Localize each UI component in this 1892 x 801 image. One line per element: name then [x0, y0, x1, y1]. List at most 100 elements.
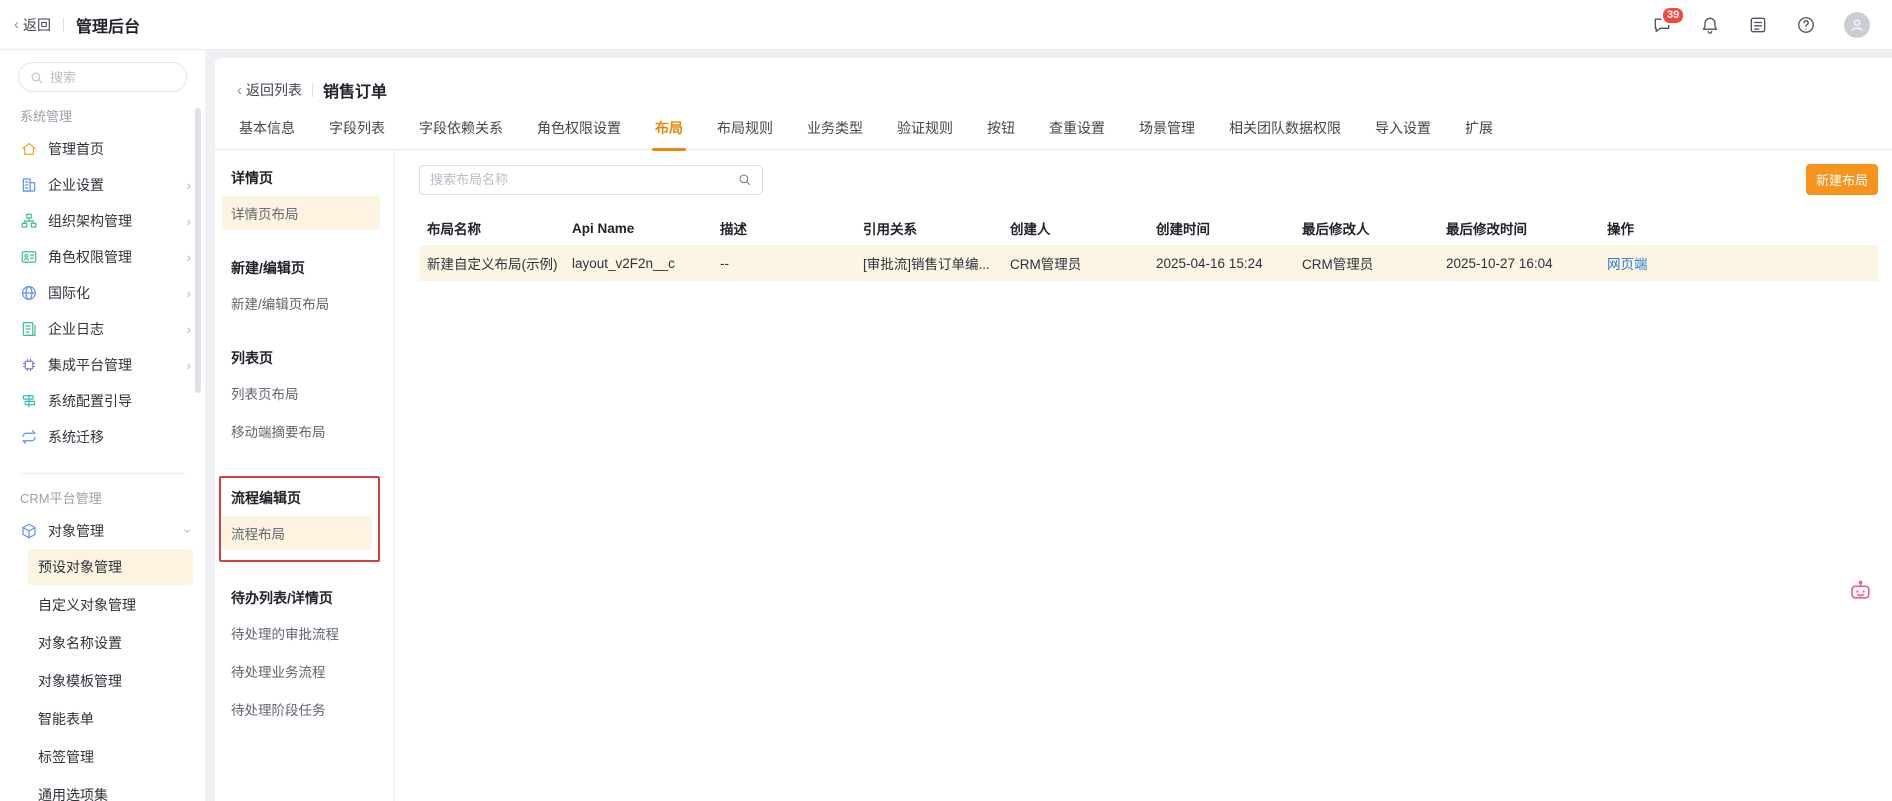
- message-icon[interactable]: 39: [1652, 5, 1686, 35]
- tab[interactable]: 业务类型: [807, 118, 863, 149]
- app-body: 系统管理管理首页企业设置›组织架构管理›角色权限管理›国际化›企业日志›集成平台…: [0, 50, 1892, 801]
- sidebar-section-title: CRM平台管理: [20, 491, 102, 506]
- page-title: 销售订单: [323, 84, 388, 101]
- sidebar-item[interactable]: 系统迁移: [0, 419, 205, 455]
- tab[interactable]: 扩展: [1465, 118, 1493, 149]
- sidebar-scrollbar[interactable]: [195, 108, 201, 393]
- sidebar-subitem[interactable]: 预设对象管理: [28, 549, 193, 585]
- tab[interactable]: 按钮: [987, 118, 1015, 149]
- submenu-item[interactable]: 新建/编辑页布局: [222, 286, 380, 320]
- chevron-right-icon: ›: [186, 285, 191, 301]
- submenu-group-title: 详情页: [231, 170, 273, 186]
- table-cell-api_name: layout_v2F2n__c: [572, 255, 675, 271]
- notification-badge: 39: [1661, 5, 1686, 25]
- column-header: 最后修改时间: [1446, 222, 1527, 237]
- sidebar-item[interactable]: 对象管理 ›: [0, 513, 205, 549]
- column-header: 引用关系: [863, 222, 917, 237]
- submenu-item[interactable]: 待处理阶段任务: [222, 692, 380, 726]
- sidebar-subitem[interactable]: 自定义对象管理: [28, 587, 193, 623]
- layout-search-input[interactable]: [430, 172, 737, 187]
- sidebar-item[interactable]: 集成平台管理 ›: [0, 347, 205, 383]
- sidebar-subitem[interactable]: 通用选项集: [28, 777, 193, 801]
- sidebar-subitem[interactable]: 标签管理: [28, 739, 193, 775]
- tab[interactable]: 场景管理: [1139, 118, 1195, 149]
- chevron-right-icon: ›: [186, 321, 191, 337]
- bell-icon[interactable]: [1700, 15, 1720, 35]
- divider: [20, 473, 185, 474]
- avatar[interactable]: [1844, 11, 1870, 38]
- chevron-left-icon: ‹: [237, 81, 242, 99]
- sidebar-item[interactable]: 系统配置引导: [0, 383, 205, 419]
- sidebar-subitem[interactable]: 对象模板管理: [28, 663, 193, 699]
- chevron-right-icon: ›: [186, 357, 191, 373]
- tab[interactable]: 布局规则: [717, 118, 773, 149]
- app-title: 管理后台: [76, 18, 141, 36]
- tab[interactable]: 验证规则: [897, 118, 953, 149]
- submenu-item[interactable]: 详情页布局: [222, 196, 380, 230]
- doc-icon: [20, 320, 38, 338]
- back-to-list-label: 返回列表: [246, 82, 302, 98]
- tab[interactable]: 角色权限设置: [537, 118, 621, 149]
- sidebar-item[interactable]: 企业设置 ›: [0, 167, 205, 203]
- table-body: 新建自定义布局(示例) layout_v2F2n__c -- [审批流]销售订单编..…: [419, 245, 1878, 281]
- tab[interactable]: 导入设置: [1375, 118, 1431, 149]
- globe-icon: [20, 284, 38, 302]
- sidebar-subitem[interactable]: 智能表单: [28, 701, 193, 737]
- sidebar-item-label: 企业设置: [48, 177, 104, 193]
- table-cell-layout_name: 新建自定义布局(示例): [427, 257, 558, 272]
- back-label: 返回: [23, 16, 51, 33]
- tab[interactable]: 查重设置: [1049, 118, 1105, 149]
- feedback-icon[interactable]: [1748, 15, 1768, 35]
- sidebar-item[interactable]: 企业日志 ›: [0, 311, 205, 347]
- submenu-item[interactable]: 流程布局: [222, 516, 372, 550]
- back-button[interactable]: ‹ 返回: [14, 15, 51, 35]
- cube-icon: [20, 522, 38, 540]
- chevron-right-icon: ›: [186, 249, 191, 265]
- submenu-item[interactable]: 移动端摘要布局: [222, 414, 380, 448]
- chevron-left-icon: ‹: [14, 16, 19, 33]
- tab-bar: 基本信息 字段列表 字段依赖关系 角色权限设置 布局 布局规则 业务类型 验证规则 按钮 查重设置…: [215, 118, 1892, 150]
- sidebar-search[interactable]: [18, 62, 187, 92]
- sidebar-item-label: 系统迁移: [48, 429, 104, 445]
- submenu-group: 待办列表/详情页 待处理的审批流程 待处理业务流程 待处理阶段任务: [231, 588, 380, 726]
- sidebar-menu: 系统管理 管理首页 企业设置 › 组织架构管理 › 角色权限管理 › 国际化 › 企业日志 › 集成平台…: [0, 106, 205, 801]
- topbar-actions: 39: [1652, 5, 1872, 38]
- chip-icon: [20, 356, 38, 374]
- home-icon: [20, 140, 38, 158]
- web-link[interactable]: 网页端: [1607, 257, 1648, 272]
- table-cell-modifier: CRM管理员: [1302, 257, 1374, 272]
- submenu-item[interactable]: 待处理的审批流程: [222, 616, 380, 650]
- tab[interactable]: 字段依赖关系: [419, 118, 503, 149]
- tab[interactable]: 基本信息: [239, 118, 295, 149]
- sidebar: 系统管理管理首页企业设置›组织架构管理›角色权限管理›国际化›企业日志›集成平台…: [0, 50, 205, 801]
- tab[interactable]: 字段列表: [329, 118, 385, 149]
- layout-table: 布局名称 Api Name 描述 引用关系 创建人 创建时间 最后修改人 最后修改时间 操作 新…: [419, 211, 1878, 281]
- chevron-right-icon: ›: [186, 177, 191, 193]
- submenu-group-title: 列表页: [231, 350, 273, 366]
- column-header: 创建时间: [1156, 222, 1210, 237]
- submenu-group: 列表页 列表页布局 移动端摘要布局: [231, 348, 380, 448]
- submenu-group-title: 流程编辑页: [231, 490, 301, 506]
- chevron-right-icon: ›: [186, 213, 191, 229]
- help-icon[interactable]: [1796, 15, 1816, 35]
- divider: [312, 83, 313, 97]
- sidebar-item[interactable]: 角色权限管理 ›: [0, 239, 205, 275]
- sidebar-search-input[interactable]: [50, 69, 176, 85]
- assistant-robot-icon[interactable]: [1848, 578, 1874, 604]
- sidebar-subitem[interactable]: 对象名称设置: [28, 625, 193, 661]
- tab[interactable]: 布局: [655, 118, 683, 149]
- new-layout-button[interactable]: 新建布局: [1805, 164, 1878, 195]
- submenu-item[interactable]: 待处理业务流程: [222, 654, 380, 688]
- column-header: 布局名称: [427, 222, 481, 237]
- back-to-list-button[interactable]: ‹ 返回列表: [237, 80, 302, 100]
- layout-search[interactable]: [419, 164, 763, 195]
- sidebar-item[interactable]: 国际化 ›: [0, 275, 205, 311]
- table-row: 新建自定义布局(示例) layout_v2F2n__c -- [审批流]销售订单编..…: [419, 245, 1878, 281]
- sidebar-item[interactable]: 管理首页: [0, 131, 205, 167]
- submenu-group: 流程编辑页流程布局: [219, 476, 380, 562]
- submenu-item[interactable]: 列表页布局: [222, 376, 380, 410]
- page-header: ‹ 返回列表 销售订单: [215, 58, 1892, 102]
- sidebar-item[interactable]: 组织架构管理 ›: [0, 203, 205, 239]
- migrate-icon: [20, 428, 38, 446]
- tab[interactable]: 相关团队数据权限: [1229, 118, 1341, 149]
